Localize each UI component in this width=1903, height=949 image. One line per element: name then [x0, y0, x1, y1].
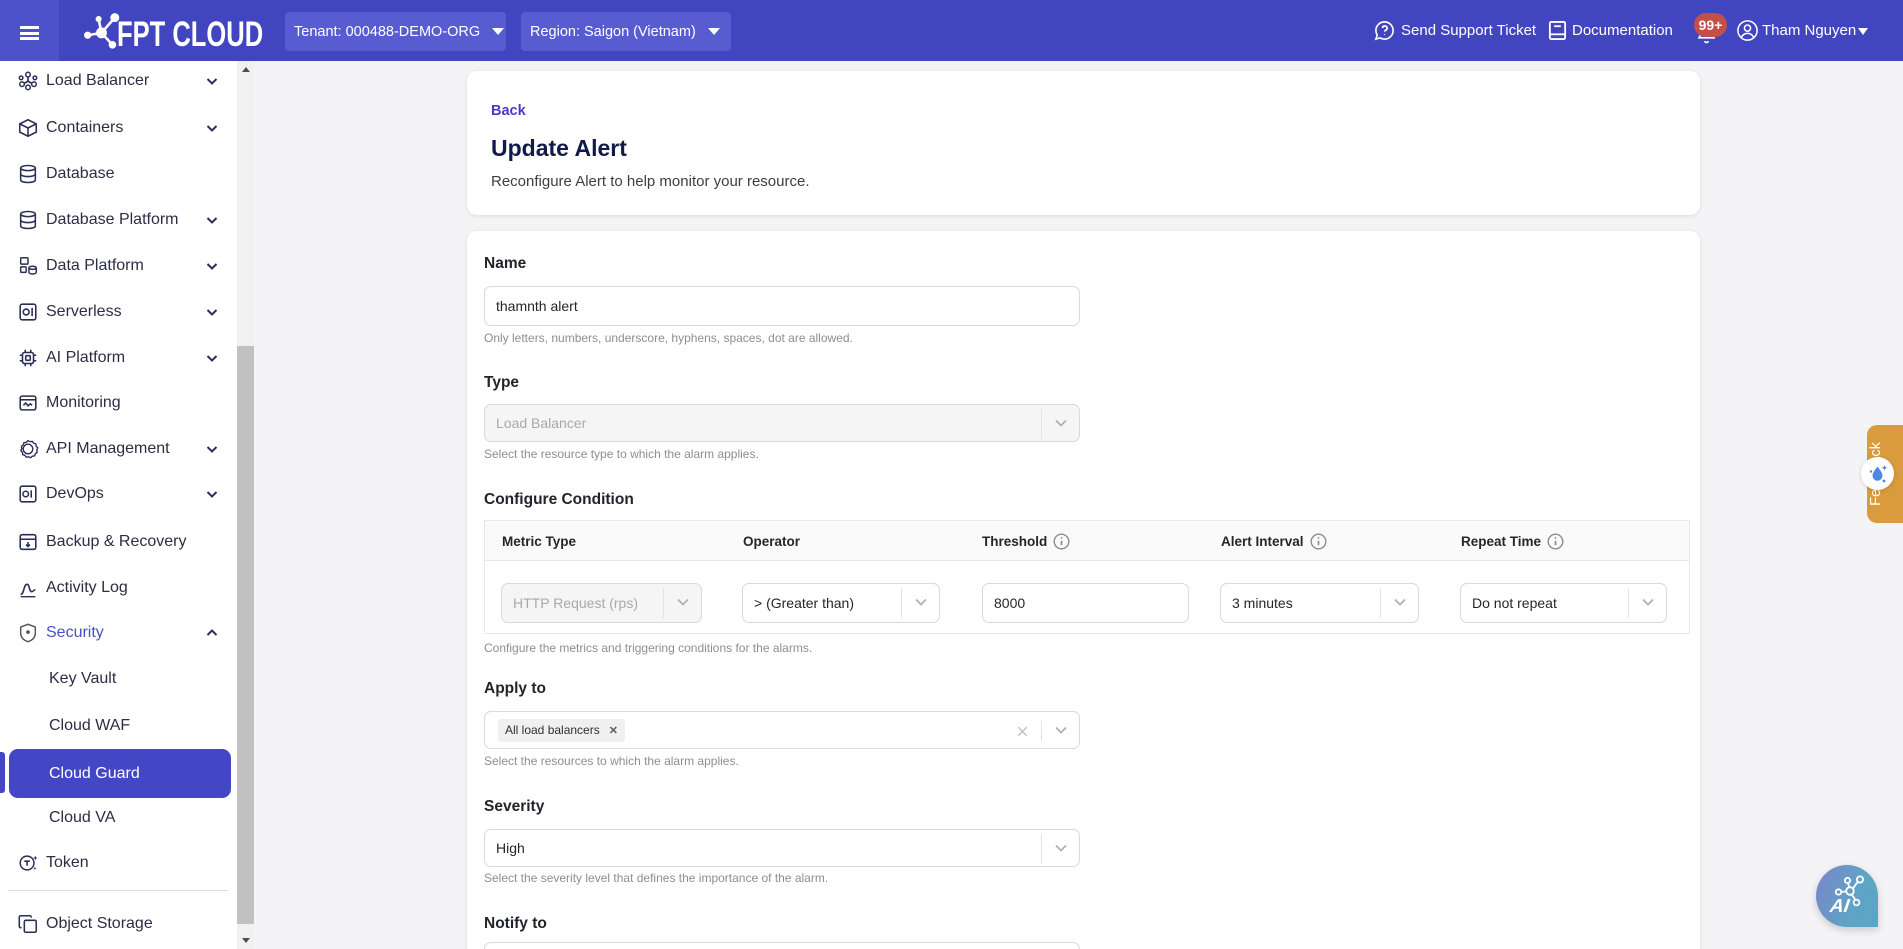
- svg-text:AI: AI: [1828, 896, 1852, 917]
